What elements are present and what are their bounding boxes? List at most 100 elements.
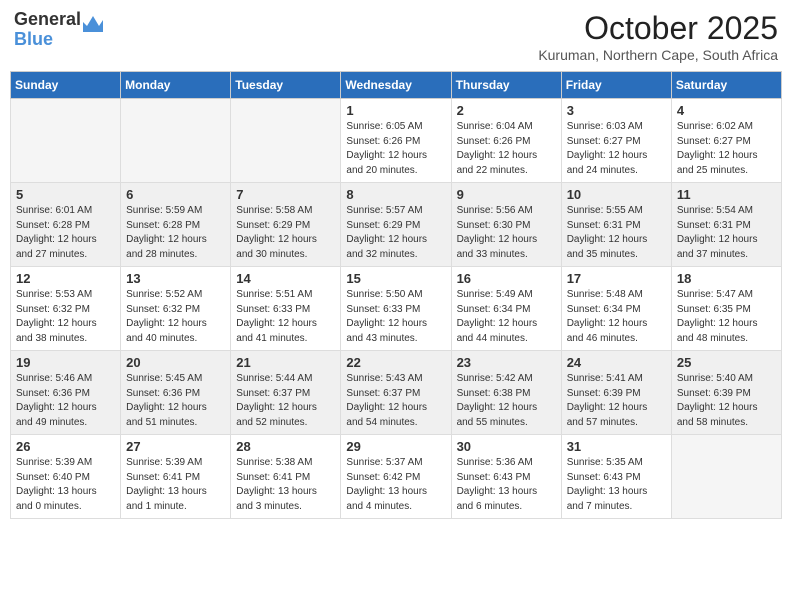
day-info: Sunrise: 5:39 AMSunset: 6:40 PMDaylight:… bbox=[16, 456, 115, 514]
calendar-week-row: 26Sunrise: 5:39 AMSunset: 6:40 PMDayligh… bbox=[11, 435, 782, 519]
calendar-table: SundayMondayTuesdayWednesdayThursdayFrid… bbox=[10, 71, 782, 519]
day-info: Sunrise: 5:59 AMSunset: 6:28 PMDaylight:… bbox=[126, 204, 225, 262]
day-number: 10 bbox=[567, 187, 666, 202]
location-subtitle: Kuruman, Northern Cape, South Africa bbox=[538, 47, 778, 63]
logo-general: General bbox=[14, 10, 81, 30]
day-info: Sunrise: 5:41 AMSunset: 6:39 PMDaylight:… bbox=[567, 372, 666, 430]
day-info: Sunrise: 5:46 AMSunset: 6:36 PMDaylight:… bbox=[16, 372, 115, 430]
calendar-day-cell: 6 Sunrise: 5:59 AMSunset: 6:28 PMDaylight… bbox=[121, 183, 231, 267]
calendar-day-cell: 8 Sunrise: 5:57 AMSunset: 6:29 PMDaylight… bbox=[341, 183, 451, 267]
day-number: 20 bbox=[126, 355, 225, 370]
day-number: 12 bbox=[16, 271, 115, 286]
calendar-day-cell: 28 Sunrise: 5:38 AMSunset: 6:41 PMDayligh… bbox=[231, 435, 341, 519]
weekday-header: Thursday bbox=[451, 72, 561, 99]
calendar-day-cell: 1 Sunrise: 6:05 AMSunset: 6:26 PMDaylight… bbox=[341, 99, 451, 183]
day-info: Sunrise: 6:05 AMSunset: 6:26 PMDaylight:… bbox=[346, 120, 445, 178]
day-info: Sunrise: 5:43 AMSunset: 6:37 PMDaylight:… bbox=[346, 372, 445, 430]
day-number: 17 bbox=[567, 271, 666, 286]
day-info: Sunrise: 6:02 AMSunset: 6:27 PMDaylight:… bbox=[677, 120, 776, 178]
day-info: Sunrise: 5:47 AMSunset: 6:35 PMDaylight:… bbox=[677, 288, 776, 346]
day-info: Sunrise: 5:38 AMSunset: 6:41 PMDaylight:… bbox=[236, 456, 335, 514]
calendar-day-cell: 30 Sunrise: 5:36 AMSunset: 6:43 PMDayligh… bbox=[451, 435, 561, 519]
weekday-header: Monday bbox=[121, 72, 231, 99]
day-number: 3 bbox=[567, 103, 666, 118]
day-number: 6 bbox=[126, 187, 225, 202]
calendar-day-cell: 22 Sunrise: 5:43 AMSunset: 6:37 PMDayligh… bbox=[341, 351, 451, 435]
day-number: 13 bbox=[126, 271, 225, 286]
day-info: Sunrise: 5:53 AMSunset: 6:32 PMDaylight:… bbox=[16, 288, 115, 346]
day-number: 21 bbox=[236, 355, 335, 370]
day-info: Sunrise: 5:39 AMSunset: 6:41 PMDaylight:… bbox=[126, 456, 225, 514]
weekday-header: Friday bbox=[561, 72, 671, 99]
day-number: 30 bbox=[457, 439, 556, 454]
day-number: 25 bbox=[677, 355, 776, 370]
logo: General Blue bbox=[14, 10, 103, 50]
day-number: 19 bbox=[16, 355, 115, 370]
calendar-day-cell bbox=[121, 99, 231, 183]
day-info: Sunrise: 5:35 AMSunset: 6:43 PMDaylight:… bbox=[567, 456, 666, 514]
calendar-day-cell: 17 Sunrise: 5:48 AMSunset: 6:34 PMDayligh… bbox=[561, 267, 671, 351]
day-number: 11 bbox=[677, 187, 776, 202]
calendar-week-row: 1 Sunrise: 6:05 AMSunset: 6:26 PMDaylight… bbox=[11, 99, 782, 183]
calendar-day-cell: 26Sunrise: 5:39 AMSunset: 6:40 PMDayligh… bbox=[11, 435, 121, 519]
weekday-header: Tuesday bbox=[231, 72, 341, 99]
day-number: 9 bbox=[457, 187, 556, 202]
month-title: October 2025 bbox=[538, 10, 778, 47]
day-info: Sunrise: 5:57 AMSunset: 6:29 PMDaylight:… bbox=[346, 204, 445, 262]
logo-blue: Blue bbox=[14, 30, 81, 50]
calendar-day-cell: 15Sunrise: 5:50 AMSunset: 6:33 PMDayligh… bbox=[341, 267, 451, 351]
day-number: 16 bbox=[457, 271, 556, 286]
calendar-week-row: 19 Sunrise: 5:46 AMSunset: 6:36 PMDayligh… bbox=[11, 351, 782, 435]
calendar-day-cell: 2 Sunrise: 6:04 AMSunset: 6:26 PMDaylight… bbox=[451, 99, 561, 183]
calendar-day-cell: 16 Sunrise: 5:49 AMSunset: 6:34 PMDayligh… bbox=[451, 267, 561, 351]
calendar-day-cell: 31 Sunrise: 5:35 AMSunset: 6:43 PMDayligh… bbox=[561, 435, 671, 519]
day-number: 28 bbox=[236, 439, 335, 454]
day-number: 14 bbox=[236, 271, 335, 286]
calendar-day-cell: 18Sunrise: 5:47 AMSunset: 6:35 PMDayligh… bbox=[671, 267, 781, 351]
day-info: Sunrise: 5:51 AMSunset: 6:33 PMDaylight:… bbox=[236, 288, 335, 346]
day-info: Sunrise: 5:56 AMSunset: 6:30 PMDaylight:… bbox=[457, 204, 556, 262]
day-info: Sunrise: 5:48 AMSunset: 6:34 PMDaylight:… bbox=[567, 288, 666, 346]
calendar-day-cell: 10 Sunrise: 5:55 AMSunset: 6:31 PMDayligh… bbox=[561, 183, 671, 267]
weekday-header: Saturday bbox=[671, 72, 781, 99]
calendar-day-cell: 4Sunrise: 6:02 AMSunset: 6:27 PMDaylight… bbox=[671, 99, 781, 183]
calendar-day-cell: 23Sunrise: 5:42 AMSunset: 6:38 PMDayligh… bbox=[451, 351, 561, 435]
calendar-day-cell: 20Sunrise: 5:45 AMSunset: 6:36 PMDayligh… bbox=[121, 351, 231, 435]
calendar-day-cell: 29Sunrise: 5:37 AMSunset: 6:42 PMDayligh… bbox=[341, 435, 451, 519]
day-info: Sunrise: 5:36 AMSunset: 6:43 PMDaylight:… bbox=[457, 456, 556, 514]
day-number: 7 bbox=[236, 187, 335, 202]
calendar-day-cell bbox=[671, 435, 781, 519]
calendar-week-row: 5Sunrise: 6:01 AMSunset: 6:28 PMDaylight… bbox=[11, 183, 782, 267]
day-info: Sunrise: 5:49 AMSunset: 6:34 PMDaylight:… bbox=[457, 288, 556, 346]
calendar-day-cell: 24Sunrise: 5:41 AMSunset: 6:39 PMDayligh… bbox=[561, 351, 671, 435]
calendar-day-cell bbox=[231, 99, 341, 183]
calendar-day-cell: 13Sunrise: 5:52 AMSunset: 6:32 PMDayligh… bbox=[121, 267, 231, 351]
calendar-day-cell bbox=[11, 99, 121, 183]
day-number: 27 bbox=[126, 439, 225, 454]
day-number: 2 bbox=[457, 103, 556, 118]
day-number: 1 bbox=[346, 103, 445, 118]
calendar-day-cell: 19 Sunrise: 5:46 AMSunset: 6:36 PMDayligh… bbox=[11, 351, 121, 435]
weekday-header: Wednesday bbox=[341, 72, 451, 99]
day-info: Sunrise: 5:42 AMSunset: 6:38 PMDaylight:… bbox=[457, 372, 556, 430]
day-info: Sunrise: 5:55 AMSunset: 6:31 PMDaylight:… bbox=[567, 204, 666, 262]
day-number: 29 bbox=[346, 439, 445, 454]
calendar-day-cell: 7 Sunrise: 5:58 AMSunset: 6:29 PMDaylight… bbox=[231, 183, 341, 267]
calendar-day-cell: 11 Sunrise: 5:54 AMSunset: 6:31 PMDayligh… bbox=[671, 183, 781, 267]
page-header: General Blue October 2025 Kuruman, North… bbox=[10, 10, 782, 63]
day-number: 22 bbox=[346, 355, 445, 370]
day-info: Sunrise: 6:01 AMSunset: 6:28 PMDaylight:… bbox=[16, 204, 115, 262]
weekday-header: Sunday bbox=[11, 72, 121, 99]
day-info: Sunrise: 5:58 AMSunset: 6:29 PMDaylight:… bbox=[236, 204, 335, 262]
day-info: Sunrise: 5:40 AMSunset: 6:39 PMDaylight:… bbox=[677, 372, 776, 430]
day-info: Sunrise: 6:04 AMSunset: 6:26 PMDaylight:… bbox=[457, 120, 556, 178]
day-number: 8 bbox=[346, 187, 445, 202]
day-number: 15 bbox=[346, 271, 445, 286]
day-number: 31 bbox=[567, 439, 666, 454]
calendar-week-row: 12 Sunrise: 5:53 AMSunset: 6:32 PMDayligh… bbox=[11, 267, 782, 351]
day-info: Sunrise: 6:03 AMSunset: 6:27 PMDaylight:… bbox=[567, 120, 666, 178]
calendar-day-cell: 9 Sunrise: 5:56 AMSunset: 6:30 PMDaylight… bbox=[451, 183, 561, 267]
calendar-day-cell: 12 Sunrise: 5:53 AMSunset: 6:32 PMDayligh… bbox=[11, 267, 121, 351]
calendar-day-cell: 3 Sunrise: 6:03 AMSunset: 6:27 PMDaylight… bbox=[561, 99, 671, 183]
day-info: Sunrise: 5:54 AMSunset: 6:31 PMDaylight:… bbox=[677, 204, 776, 262]
